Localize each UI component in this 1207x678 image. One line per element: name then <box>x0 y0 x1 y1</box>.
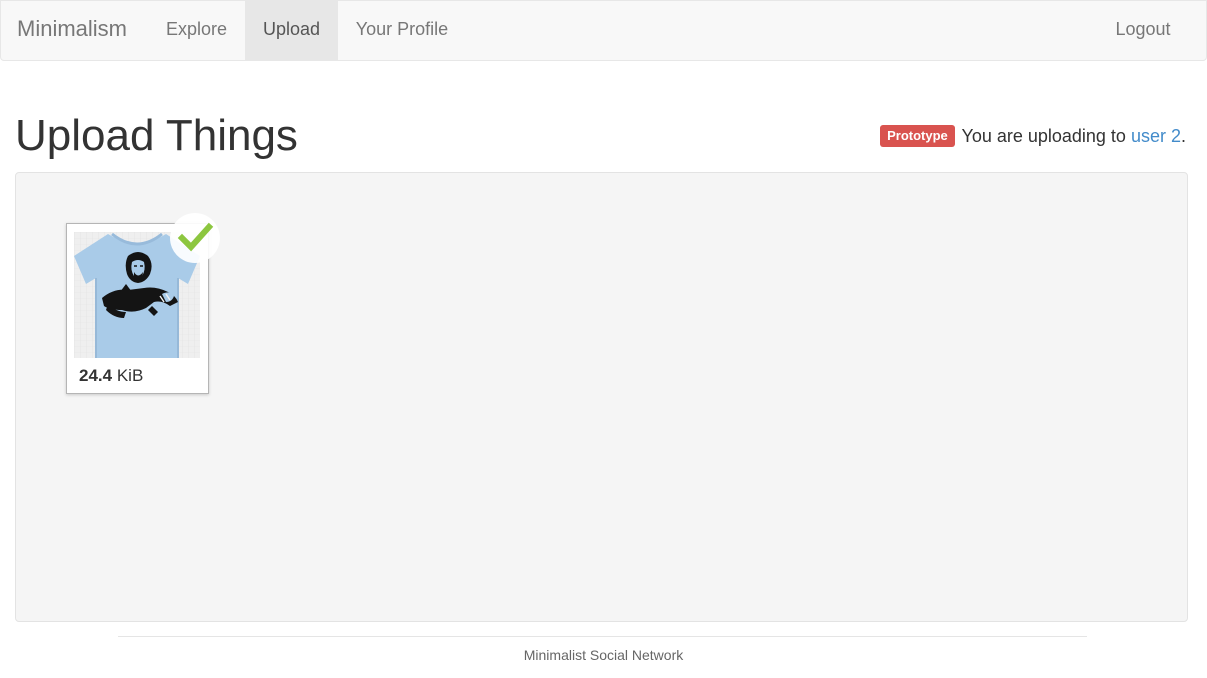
prototype-badge: Prototype <box>880 125 955 147</box>
footer-divider <box>118 636 1087 637</box>
upload-success-mark <box>170 213 220 263</box>
logout-link[interactable]: Logout <box>1099 1 1187 60</box>
page-title: Upload Things <box>15 111 298 160</box>
file-size: 24.4 KiB <box>79 365 143 387</box>
footer-text: Minimalist Social Network <box>523 647 684 663</box>
file-size-value: 24.4 <box>79 366 113 385</box>
check-icon <box>177 222 214 252</box>
nav-upload[interactable]: Upload <box>245 1 338 60</box>
user-link[interactable]: user 2 <box>1131 126 1181 146</box>
upload-note-prefix: You are uploading to <box>961 126 1131 146</box>
nav-your-profile[interactable]: Your Profile <box>338 1 466 60</box>
upload-note-suffix: . <box>1180 126 1186 146</box>
upload-destination-note: Prototype You are uploading to user 2. <box>880 123 1186 149</box>
file-preview[interactable]: 24.4 KiB <box>66 213 220 394</box>
top-navbar: Minimalism Explore Upload Your Profile L… <box>0 0 1207 61</box>
brand-link[interactable]: Minimalism <box>17 1 127 60</box>
file-size-unit: KiB <box>116 366 144 385</box>
nav-explore[interactable]: Explore <box>149 1 244 60</box>
upload-dropzone[interactable]: 24.4 KiB <box>15 172 1188 622</box>
